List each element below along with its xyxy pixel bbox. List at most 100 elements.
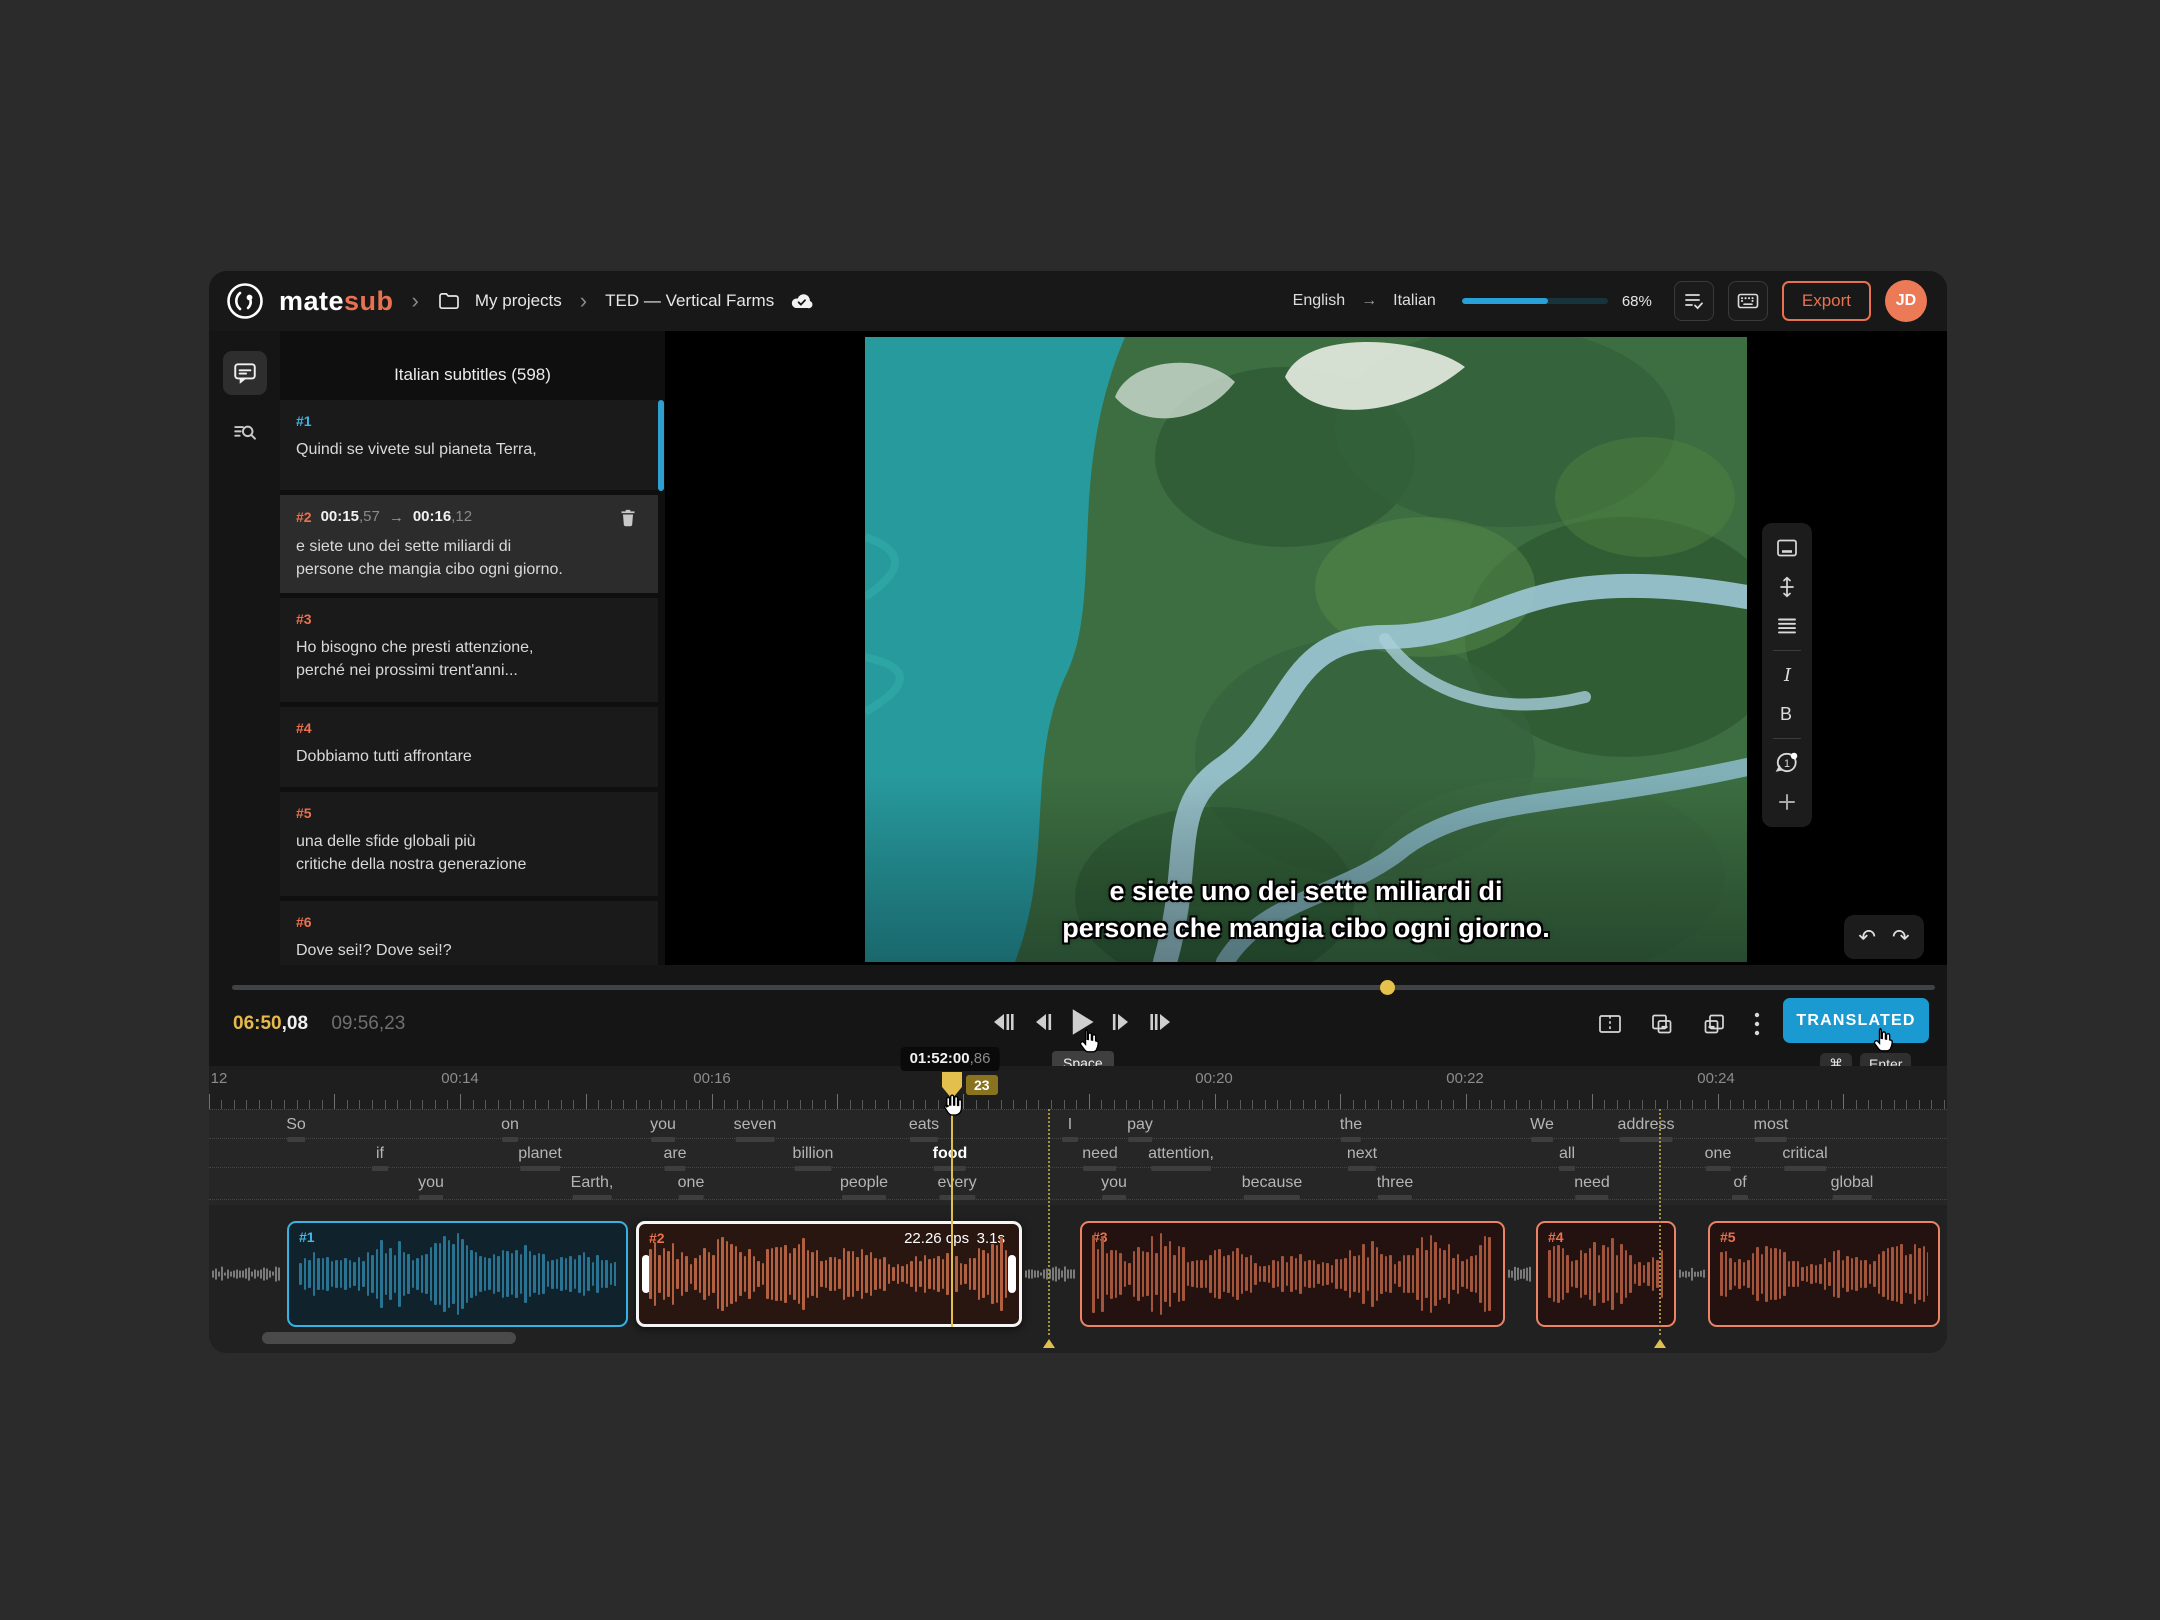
- subtitle-list-tab[interactable]: [223, 351, 267, 395]
- subtitle-item-1[interactable]: #1 Quindi se vivete sul pianeta Terra,: [280, 400, 658, 490]
- text-align-button[interactable]: [1772, 611, 1802, 641]
- timeline-word[interactable]: most: [1754, 1116, 1789, 1142]
- timeline-word[interactable]: seven: [734, 1116, 777, 1142]
- timeline-horizontal-scrollbar[interactable]: [262, 1332, 516, 1344]
- user-avatar[interactable]: JD: [1885, 280, 1927, 322]
- more-options-button[interactable]: [1753, 1011, 1761, 1037]
- matesub-logo-icon[interactable]: [225, 281, 265, 321]
- subtitle-text[interactable]: e siete uno dei sette miliardi di person…: [296, 535, 642, 581]
- subtitle-block-1[interactable]: #1: [287, 1221, 628, 1327]
- ruler-tick: [297, 1100, 298, 1109]
- timeline-word[interactable]: I: [1062, 1116, 1078, 1142]
- timeline-word[interactable]: all: [1559, 1145, 1575, 1171]
- subtitle-block-2[interactable]: #222.26 cps 3.1s: [636, 1221, 1022, 1327]
- timeline-word[interactable]: So: [286, 1116, 306, 1142]
- timeline-word[interactable]: next: [1347, 1145, 1377, 1171]
- block-resize-handle-right[interactable]: [1008, 1255, 1016, 1293]
- timeline-word[interactable]: We: [1530, 1116, 1554, 1142]
- ruler-tick: [1529, 1100, 1530, 1109]
- timeline-ruler[interactable]: 1200:1400:1600:2000:2200:24: [209, 1066, 1947, 1109]
- subtitle-block-5[interactable]: #5: [1708, 1221, 1940, 1327]
- subtitle-text[interactable]: una delle sfide globali più critiche del…: [296, 830, 642, 876]
- brand-name[interactable]: matesub: [279, 286, 394, 317]
- timeline-word[interactable]: critical: [1782, 1145, 1827, 1171]
- breadcrumb-my-projects[interactable]: My projects: [475, 291, 562, 311]
- timeline-word[interactable]: on: [501, 1116, 519, 1142]
- vertical-align-button[interactable]: [1772, 572, 1802, 602]
- breadcrumb-project-name[interactable]: TED — Vertical Farms: [605, 291, 774, 311]
- timeline-word[interactable]: billion: [793, 1145, 834, 1171]
- timeline-word[interactable]: pay: [1127, 1116, 1153, 1142]
- subtitle-block-4[interactable]: #4: [1536, 1221, 1676, 1327]
- timeline-word[interactable]: if: [372, 1145, 388, 1171]
- timeline-word[interactable]: every: [937, 1174, 976, 1200]
- timeline-word[interactable]: need: [1574, 1174, 1610, 1200]
- add-subtitle-button[interactable]: [1772, 787, 1802, 817]
- timeline-word[interactable]: global: [1831, 1174, 1874, 1200]
- subtitle-item-6[interactable]: #6 Dove sei!? Dove sei!?: [280, 901, 658, 965]
- split-view-button[interactable]: [1597, 1012, 1623, 1036]
- subtitle-list-scrollbar[interactable]: [658, 400, 664, 491]
- subtitle-position-button[interactable]: [1772, 533, 1802, 563]
- seek-knob[interactable]: [1380, 980, 1395, 995]
- subtitle-checks-button[interactable]: [1674, 281, 1714, 321]
- subtitle-times[interactable]: #2 00:15,57 → 00:16,12: [296, 508, 642, 526]
- timeline-word[interactable]: people: [840, 1174, 888, 1200]
- subtitle-text[interactable]: Quindi se vivete sul pianeta Terra,: [296, 438, 642, 461]
- start-time[interactable]: 00:15: [321, 508, 359, 525]
- search-subtitles-tab[interactable]: [223, 411, 267, 455]
- timeline-word[interactable]: planet: [518, 1145, 562, 1171]
- timeline-word[interactable]: you: [1101, 1174, 1127, 1200]
- video-player[interactable]: e siete uno dei sette miliardi di person…: [865, 337, 1747, 962]
- subtitle-item-2[interactable]: #2 00:15,57 → 00:16,12 e siete uno dei s…: [280, 495, 658, 593]
- italic-button[interactable]: I: [1772, 660, 1802, 690]
- timeline-word[interactable]: eats: [909, 1116, 939, 1142]
- delete-subtitle-button[interactable]: [618, 507, 638, 527]
- next-frame-button[interactable]: [1111, 1010, 1133, 1034]
- timeline-word[interactable]: Earth,: [571, 1174, 614, 1200]
- keyboard-shortcuts-button[interactable]: [1728, 281, 1768, 321]
- ruler-tick: [812, 1100, 813, 1109]
- end-time[interactable]: 00:16: [413, 508, 451, 525]
- timeline-word[interactable]: need: [1082, 1145, 1118, 1171]
- comments-button[interactable]: 1: [1772, 748, 1802, 778]
- timeline-word[interactable]: of: [1732, 1174, 1748, 1200]
- cloud-saved-icon: [788, 288, 814, 314]
- timeline-word[interactable]: one: [1705, 1145, 1732, 1171]
- timeline-word[interactable]: because: [1242, 1174, 1303, 1200]
- previous-frame-button[interactable]: [1031, 1010, 1053, 1034]
- timeline-word[interactable]: the: [1340, 1116, 1362, 1142]
- timeline-word[interactable]: are: [663, 1145, 686, 1171]
- ruler-tick: [737, 1100, 738, 1109]
- redo-button[interactable]: ↷: [1892, 925, 1910, 950]
- previous-subtitle-button[interactable]: [990, 1010, 1016, 1034]
- subtitle-item-4[interactable]: #4 Dobbiamo tutti affrontare: [280, 707, 658, 787]
- timeline-word[interactable]: one: [678, 1174, 705, 1200]
- ruler-tick: [1516, 1100, 1517, 1109]
- timeline[interactable]: 1200:1400:1600:2000:2200:24 So on you seven…: [209, 1066, 1947, 1353]
- bold-button[interactable]: B: [1772, 699, 1802, 729]
- next-subtitle-button[interactable]: [1148, 1010, 1174, 1034]
- ruler-label: 00:20: [1195, 1070, 1233, 1087]
- export-button[interactable]: Export: [1782, 281, 1871, 321]
- timeline-word[interactable]: you: [418, 1174, 444, 1200]
- timeline-word[interactable]: address: [1618, 1116, 1675, 1142]
- timeline-word[interactable]: three: [1377, 1174, 1413, 1200]
- subtitle-text[interactable]: Dobbiamo tutti affrontare: [296, 745, 642, 768]
- subtitle-item-3[interactable]: #3 Ho bisogno che presti attenzione, per…: [280, 598, 658, 702]
- translated-confirm-button[interactable]: TRANSLATED: [1783, 998, 1929, 1043]
- timeline-word[interactable]: you: [650, 1116, 676, 1142]
- timeline-word[interactable]: attention,: [1148, 1145, 1214, 1171]
- timeline-word[interactable]: food: [933, 1145, 968, 1171]
- subtitle-item-5[interactable]: #5 una delle sfide globali più critiche …: [280, 792, 658, 896]
- playhead-timecode: 01:52:00,86: [901, 1047, 1000, 1071]
- undo-button[interactable]: ↶: [1858, 925, 1876, 950]
- subtitle-text[interactable]: Ho bisogno che presti attenzione, perché…: [296, 636, 642, 682]
- boundary-marker: [1659, 1109, 1661, 1335]
- compare-previous-button[interactable]: [1649, 1012, 1675, 1036]
- lane-separator: [209, 1199, 1947, 1200]
- video-seek-bar[interactable]: [232, 985, 1935, 990]
- subtitle-text[interactable]: Dove sei!? Dove sei!?: [296, 939, 642, 962]
- compare-next-button[interactable]: [1701, 1012, 1727, 1036]
- subtitle-block-3[interactable]: #3: [1080, 1221, 1505, 1327]
